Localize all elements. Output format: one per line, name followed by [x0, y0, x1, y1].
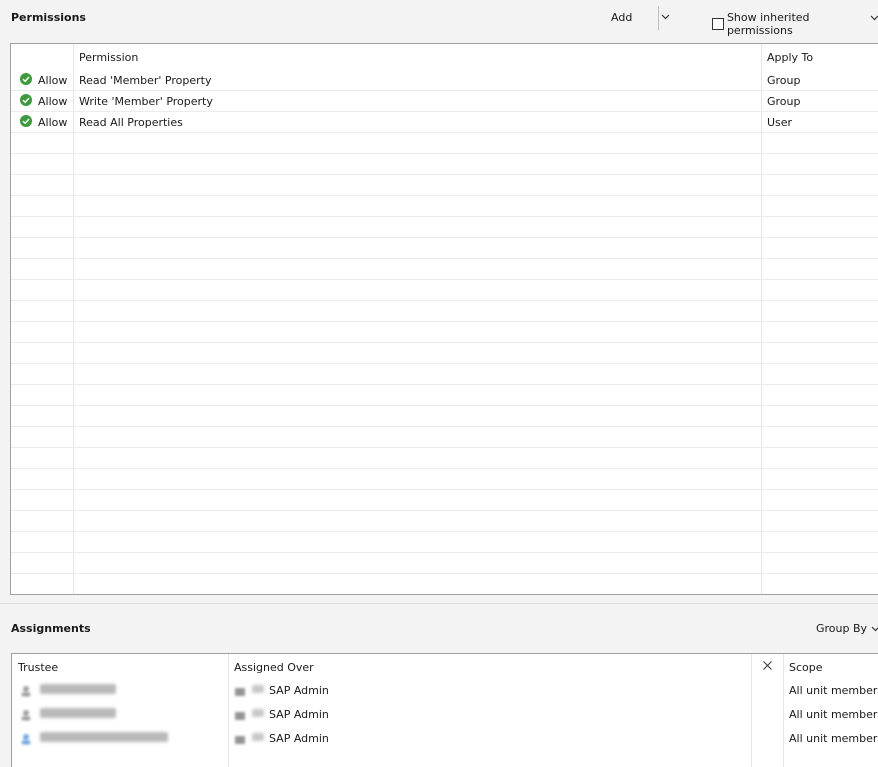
- assigned-over-name: SAP Admin: [269, 684, 329, 697]
- permission-apply-to: User: [767, 116, 793, 129]
- empty-row[interactable]: [11, 469, 878, 490]
- org-unit-icon: [235, 736, 245, 744]
- empty-row[interactable]: [11, 259, 878, 280]
- permission-row[interactable]: Allow Read 'Member' Property Group: [11, 70, 878, 91]
- org-unit-icon: [235, 688, 245, 696]
- options-chevron-icon[interactable]: [870, 13, 878, 22]
- empty-row[interactable]: [11, 133, 878, 154]
- show-inherited-toggle[interactable]: Show inherited permissions: [712, 11, 878, 37]
- permission-type: Allow: [38, 95, 68, 108]
- permission-name: Read 'Member' Property: [79, 74, 212, 87]
- permissions-grid[interactable]: Permission Apply To Allow Read 'Member' P…: [10, 43, 878, 595]
- column-header-apply-to[interactable]: Apply To: [767, 51, 813, 64]
- group-by-label: Group By: [816, 622, 868, 635]
- add-button[interactable]: Add: [611, 11, 632, 24]
- empty-row[interactable]: [11, 490, 878, 511]
- empty-row[interactable]: [11, 343, 878, 364]
- trustee-name-redacted: [40, 684, 116, 694]
- assignments-grid-header: Trustee Assigned Over Scope: [12, 654, 878, 680]
- group-by-chevron-icon[interactable]: [871, 624, 878, 633]
- add-split-divider: [658, 6, 659, 30]
- assignment-row[interactable]: SAP Admin All unit members: [12, 679, 878, 703]
- permission-type: Allow: [38, 116, 68, 129]
- unit-path-redacted: [252, 685, 264, 693]
- column-header-trustee[interactable]: Trustee: [18, 661, 58, 674]
- empty-row[interactable]: [11, 301, 878, 322]
- permission-row[interactable]: Allow Read All Properties User: [11, 112, 878, 133]
- user-icon: [21, 710, 31, 721]
- empty-row[interactable]: [11, 553, 878, 574]
- scope-value: All unit members: [789, 732, 878, 745]
- permissions-grid-header: Permission Apply To: [11, 44, 878, 70]
- permission-type: Allow: [38, 74, 68, 87]
- empty-row[interactable]: [11, 364, 878, 385]
- empty-row[interactable]: [11, 175, 878, 196]
- org-unit-icon: [235, 712, 245, 720]
- empty-row[interactable]: [11, 427, 878, 448]
- allow-check-icon: [20, 94, 32, 106]
- add-dropdown-chevron-icon[interactable]: [661, 12, 670, 21]
- empty-row[interactable]: [11, 574, 878, 594]
- empty-row[interactable]: [11, 406, 878, 427]
- user-icon: [21, 686, 31, 697]
- column-header-permission[interactable]: Permission: [79, 51, 138, 64]
- empty-row[interactable]: [11, 511, 878, 532]
- trustee-name-redacted: [40, 708, 116, 718]
- trustee-name-redacted: [40, 732, 168, 742]
- clear-filter-close-icon[interactable]: [762, 660, 773, 671]
- permission-name: Write 'Member' Property: [79, 95, 213, 108]
- allow-check-icon: [20, 115, 32, 127]
- permission-apply-to: Group: [767, 74, 801, 87]
- empty-row[interactable]: [11, 280, 878, 301]
- permission-name: Read All Properties: [79, 116, 183, 129]
- assignments-header: Assignments Group By: [0, 610, 878, 646]
- permissions-header: Permissions Add Show inherited permissio…: [0, 0, 878, 37]
- show-inherited-checkbox[interactable]: [712, 18, 724, 30]
- assigned-over-name: SAP Admin: [269, 708, 329, 721]
- empty-row[interactable]: [11, 196, 878, 217]
- column-header-scope[interactable]: Scope: [789, 661, 823, 674]
- empty-row[interactable]: [11, 532, 878, 553]
- column-header-assigned-over[interactable]: Assigned Over: [234, 661, 314, 674]
- show-inherited-label: Show inherited permissions: [726, 11, 810, 37]
- assignments-grid[interactable]: Trustee Assigned Over Scope SAP Admin All…: [11, 653, 878, 767]
- unit-path-redacted: [252, 709, 264, 717]
- empty-row[interactable]: [11, 217, 878, 238]
- assignments-title: Assignments: [11, 622, 91, 635]
- permission-row[interactable]: Allow Write 'Member' Property Group: [11, 91, 878, 112]
- section-divider: [0, 603, 878, 604]
- group-by-button[interactable]: Group By: [816, 622, 867, 635]
- empty-row[interactable]: [11, 238, 878, 259]
- empty-row[interactable]: [11, 322, 878, 343]
- scope-value: All unit members: [789, 684, 878, 697]
- assigned-over-name: SAP Admin: [269, 732, 329, 745]
- assignment-row[interactable]: SAP Admin All unit members: [12, 703, 878, 727]
- permission-apply-to: Group: [767, 95, 801, 108]
- group-icon: [21, 734, 31, 745]
- empty-row[interactable]: [11, 448, 878, 469]
- permissions-title: Permissions: [11, 11, 86, 24]
- empty-row[interactable]: [11, 154, 878, 175]
- unit-path-redacted: [252, 733, 264, 741]
- assignment-row[interactable]: SAP Admin All unit members: [12, 727, 878, 751]
- empty-row[interactable]: [11, 385, 878, 406]
- scope-value: All unit members: [789, 708, 878, 721]
- allow-check-icon: [20, 73, 32, 85]
